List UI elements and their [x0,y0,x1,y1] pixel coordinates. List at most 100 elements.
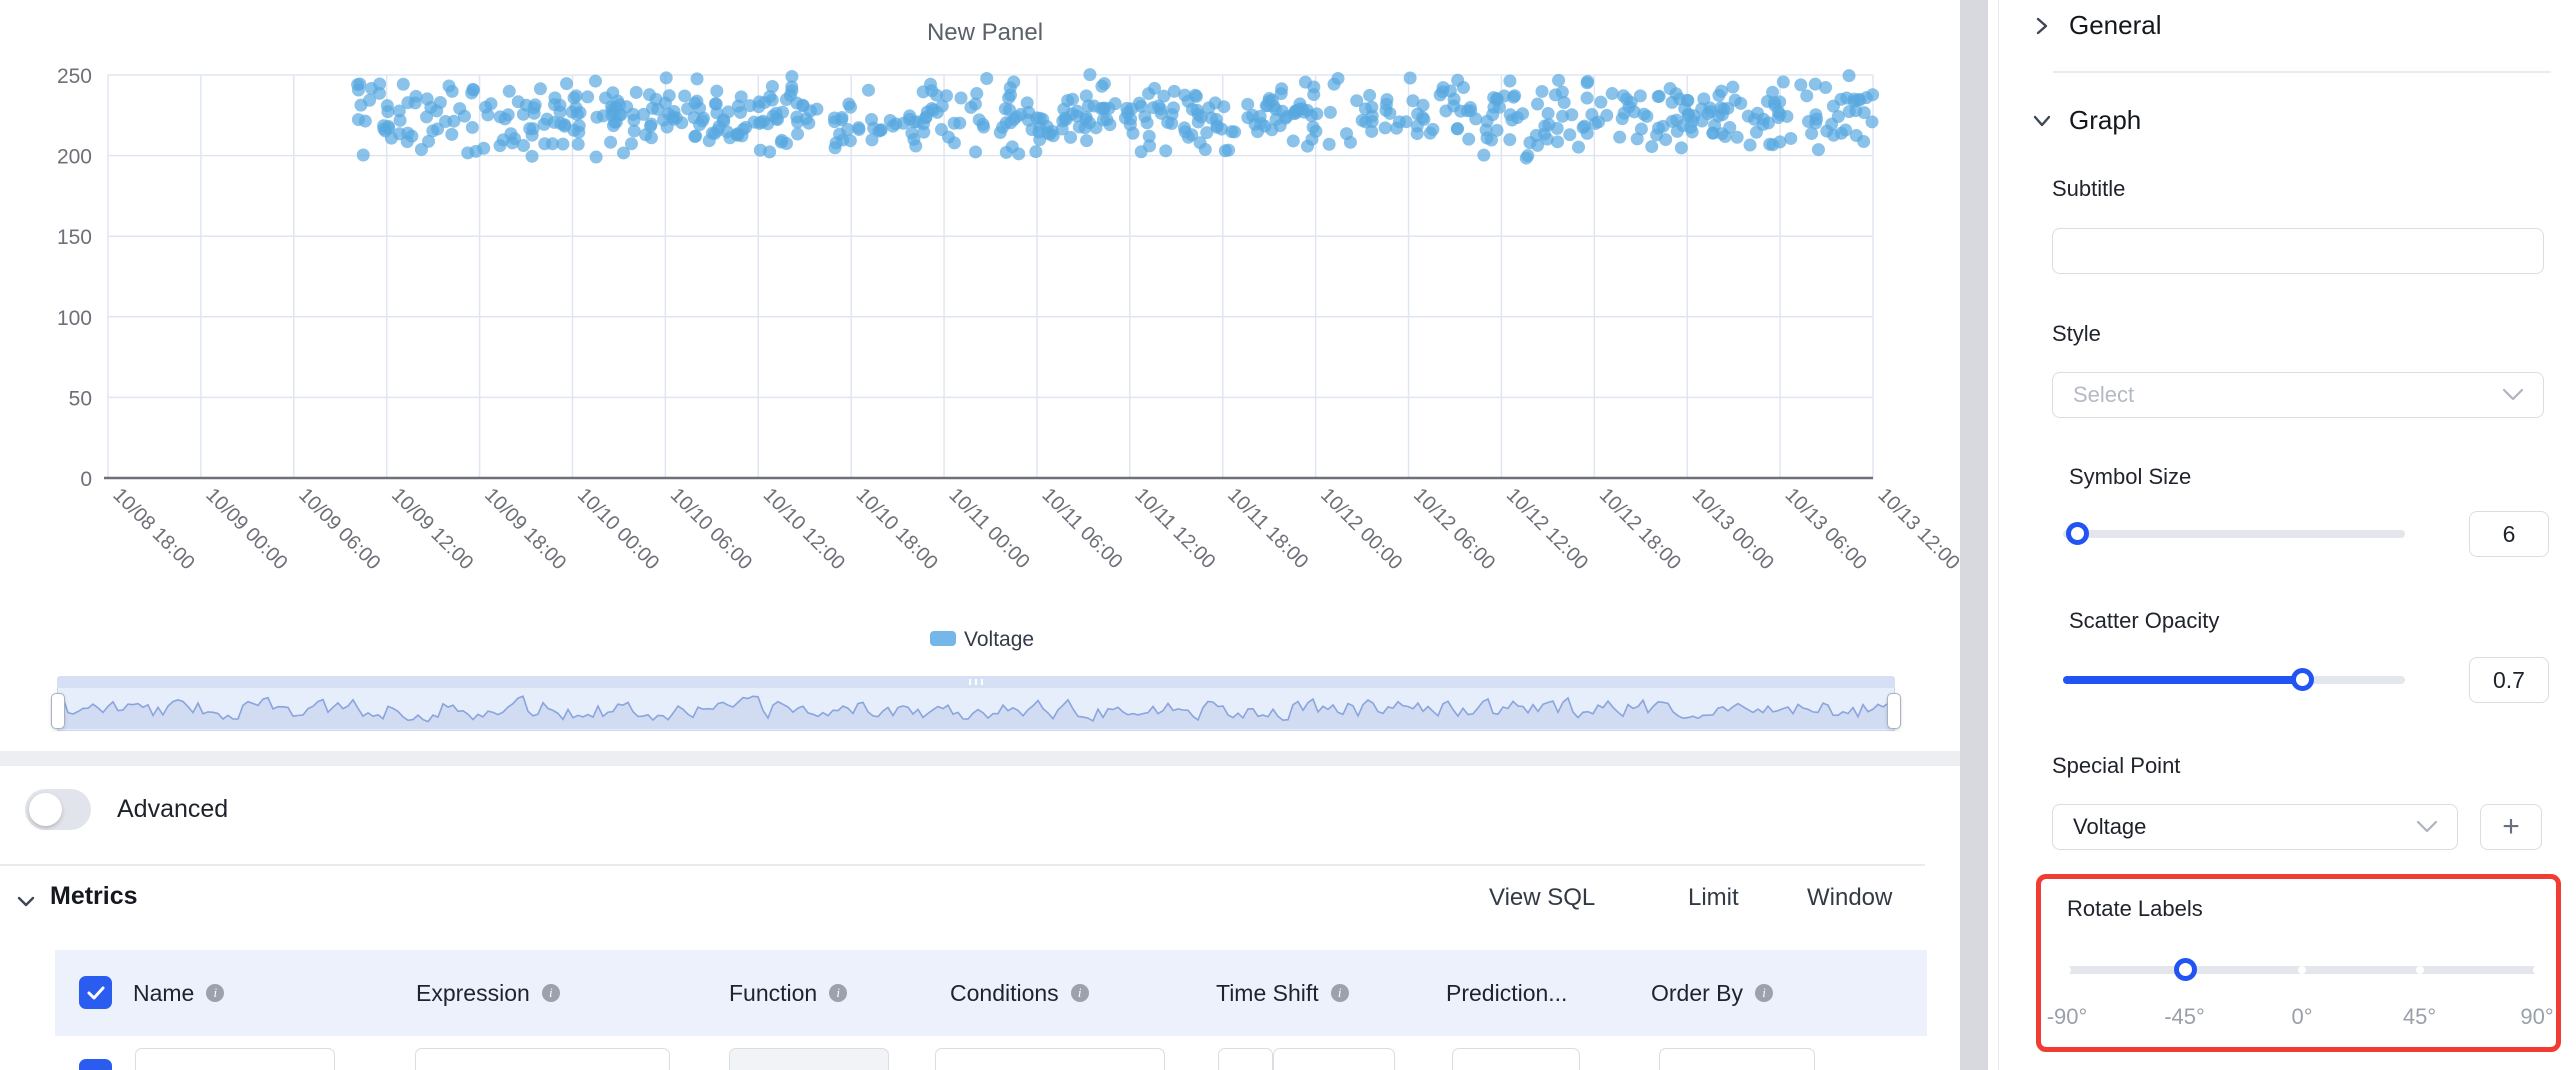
chevron-down-icon [2415,819,2439,835]
sidebar-divider [2053,71,2551,73]
add-special-point-button[interactable]: + [2480,804,2542,850]
legend[interactable]: Voltage [930,628,1034,651]
svg-text:10/10 06:00: 10/10 06:00 [666,484,756,574]
column-header-name: Namei [133,950,224,1036]
svg-text:10/10 18:00: 10/10 18:00 [852,484,942,574]
metrics-section-title[interactable]: Metrics [50,882,138,911]
rotate-mark-dot[interactable] [2298,966,2306,974]
rotate-labels-marks: -90°-45°0°45°90° [2067,1004,2537,1034]
rotate-mark-dot[interactable] [2416,966,2424,974]
brush-move-handle[interactable] [57,676,1895,688]
rotate-labels-slider[interactable] [2067,966,2537,974]
svg-text:250: 250 [57,65,92,88]
info-icon[interactable]: i [1071,984,1089,1002]
rotate-mark-dot[interactable] [2533,966,2541,974]
column-header-function: Functioni [729,950,847,1036]
svg-text:10/10 12:00: 10/10 12:00 [759,484,849,574]
column-header-order-by: Order Byi [1651,950,1773,1036]
svg-text:150: 150 [57,226,92,249]
column-header-prediction: Prediction... [1446,950,1567,1036]
symbol-size-value[interactable]: 6 [2469,511,2549,557]
panel-preview-area: New Panel05010015020025010/08 18:0010/09… [0,0,1962,1070]
scatter-points [351,68,1879,164]
symbol-size-slider-handle[interactable] [2066,522,2089,545]
grid-lines [108,75,1873,478]
chevron-down-icon [2031,108,2053,134]
svg-text:10/11 00:00: 10/11 00:00 [945,484,1034,573]
brush-left-handle[interactable] [51,693,65,729]
style-label: Style [2052,321,2101,347]
svg-text:10/12 12:00: 10/12 12:00 [1502,484,1592,574]
vertical-scrollbar[interactable] [1960,0,1988,1070]
info-icon[interactable]: i [1755,984,1773,1002]
svg-text:10/09 06:00: 10/09 06:00 [294,484,384,574]
svg-text:10/12 18:00: 10/12 18:00 [1595,484,1685,574]
column-header-time-shift: Time Shifti [1216,950,1349,1036]
datazoom-brush[interactable] [57,676,1895,731]
section-divider [0,864,1925,866]
scatter-opacity-slider-handle[interactable] [2291,668,2314,691]
rotate-mark-label: -45° [2164,1004,2205,1030]
window-button[interactable]: Window [1807,884,1892,912]
column-header-expression: Expressioni [416,950,560,1036]
section-general[interactable]: General [2031,10,2162,41]
section-graph[interactable]: Graph [2031,105,2141,136]
symbol-size-slider[interactable] [2063,530,2405,538]
rotate-mark-label: 90° [2520,1004,2553,1030]
svg-text:50: 50 [69,387,92,410]
symbol-size-label: Symbol Size [2069,464,2191,490]
prediction-input[interactable] [1452,1048,1580,1070]
subtitle-input[interactable] [2052,228,2544,274]
metrics-table-header: Namei Expressioni Functioni Conditionsi Time… [55,950,1927,1036]
settings-sidebar: General Graph Subtitle Style Select Symb… [1998,0,2576,1070]
svg-text:10/12 00:00: 10/12 00:00 [1316,484,1406,574]
limit-button[interactable]: Limit [1688,884,1739,912]
special-point-select[interactable]: Voltage [2052,804,2458,850]
style-select[interactable]: Select [2052,372,2544,418]
time-shift-value-input[interactable] [1218,1048,1273,1070]
function-select[interactable] [729,1048,889,1070]
time-shift-unit-select[interactable] [1273,1048,1395,1070]
svg-text:0: 0 [80,468,92,491]
info-icon[interactable]: i [542,984,560,1002]
info-icon[interactable]: i [829,984,847,1002]
svg-text:10/11 06:00: 10/11 06:00 [1037,484,1126,573]
special-point-label: Special Point [2052,753,2180,779]
row-checkbox[interactable] [79,1059,112,1070]
special-point-value: Voltage [2073,814,2146,840]
plus-icon: + [2502,810,2520,844]
chevron-down-icon[interactable] [14,889,38,913]
svg-text:10/13 00:00: 10/13 00:00 [1688,484,1778,574]
advanced-label: Advanced [117,795,228,824]
brush-preview-wave [58,688,1894,729]
brush-right-handle[interactable] [1887,693,1901,729]
name-input[interactable] [135,1048,335,1070]
horizontal-scrollbar[interactable] [0,751,1962,766]
info-icon[interactable]: i [1331,984,1349,1002]
order-by-input[interactable] [1659,1048,1815,1070]
view-sql-button[interactable]: View SQL [1489,884,1595,912]
svg-text:10/13 06:00: 10/13 06:00 [1781,484,1871,574]
scatter-opacity-value[interactable]: 0.7 [2469,657,2549,703]
brush-selected-area[interactable] [57,688,1895,731]
column-header-conditions: Conditionsi [950,950,1089,1036]
advanced-toggle[interactable] [25,789,91,830]
panel-editor: New Panel05010015020025010/08 18:0010/09… [0,0,2576,1070]
svg-text:10/12 06:00: 10/12 06:00 [1409,484,1499,574]
scatter-opacity-label: Scatter Opacity [2069,608,2219,634]
info-icon[interactable]: i [206,984,224,1002]
scatter-opacity-slider[interactable] [2063,676,2405,684]
svg-text:10/13 12:00: 10/13 12:00 [1873,484,1962,574]
chevron-down-icon [2501,387,2525,403]
rotate-mark-label: -90° [2047,1004,2088,1030]
rotate-mark-dot[interactable] [2063,966,2071,974]
conditions-input[interactable] [935,1048,1165,1070]
expression-input[interactable] [415,1048,670,1070]
svg-text:10/11 18:00: 10/11 18:00 [1223,484,1312,573]
x-axis-labels: 10/08 18:0010/09 00:0010/09 06:0010/09 1… [108,484,1962,574]
y-axis-labels: 050100150200250 [57,65,92,491]
rotate-mark-dot[interactable] [2181,966,2189,974]
toggle-knob [29,793,62,826]
select-all-checkbox[interactable] [79,976,112,1009]
scatter-chart[interactable]: New Panel05010015020025010/08 18:0010/09… [0,0,1962,670]
